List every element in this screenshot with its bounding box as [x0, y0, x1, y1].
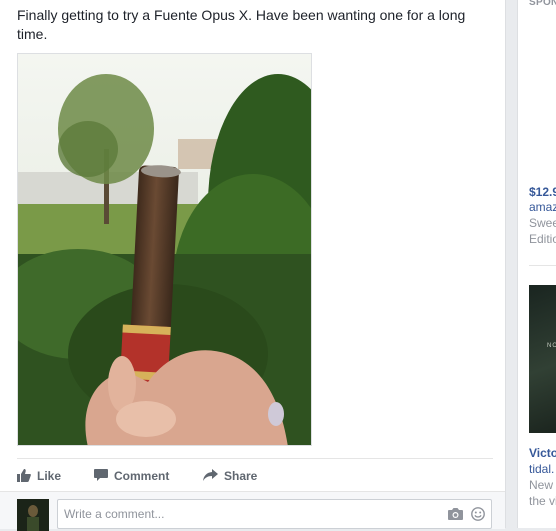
emoji-icon[interactable] [471, 507, 485, 521]
ad-description: the vi [529, 494, 556, 508]
avatar[interactable] [17, 499, 49, 531]
ad-title[interactable]: Victo [529, 446, 556, 461]
comment-label: Comment [114, 468, 170, 483]
ad-price[interactable]: $12.9 [529, 185, 556, 200]
post-photo[interactable] [17, 53, 312, 446]
post-text: Finally getting to try a Fuente Opus X. … [17, 7, 466, 42]
like-label: Like [37, 468, 62, 483]
comment-input[interactable]: Write a comment... [57, 499, 492, 529]
comment-placeholder: Write a comment... [64, 507, 165, 521]
comment-button[interactable]: Comment [94, 459, 169, 492]
camera-icon[interactable] [448, 508, 463, 520]
comment-composer: Write a comment... [0, 491, 505, 531]
feed-post: Finally getting to try a Fuente Opus X. … [0, 0, 506, 531]
sponsored-heading: SPON [529, 0, 556, 8]
ad-description: New [529, 478, 554, 492]
ad-description: Editio [529, 232, 556, 246]
ad-image[interactable]: NO [529, 285, 556, 433]
divider [529, 265, 556, 266]
like-button[interactable]: Like [17, 459, 61, 492]
share-arrow-icon [203, 469, 218, 482]
thumbs-up-icon [17, 469, 31, 482]
ad-link[interactable]: amaz [529, 200, 556, 215]
cigar-photo [18, 54, 311, 445]
ad-link[interactable]: tidal. [529, 462, 554, 477]
share-button[interactable]: Share [203, 459, 257, 492]
post-action-bar: Like Comment Share [17, 458, 493, 492]
ad-description: Swee [529, 216, 556, 230]
speech-bubble-icon [94, 469, 108, 482]
ad-image-text: NO [547, 343, 556, 349]
right-sidebar: SPON $12.9 amaz Swee Editio NO Victo tid… [517, 0, 556, 528]
share-label: Share [224, 468, 258, 483]
